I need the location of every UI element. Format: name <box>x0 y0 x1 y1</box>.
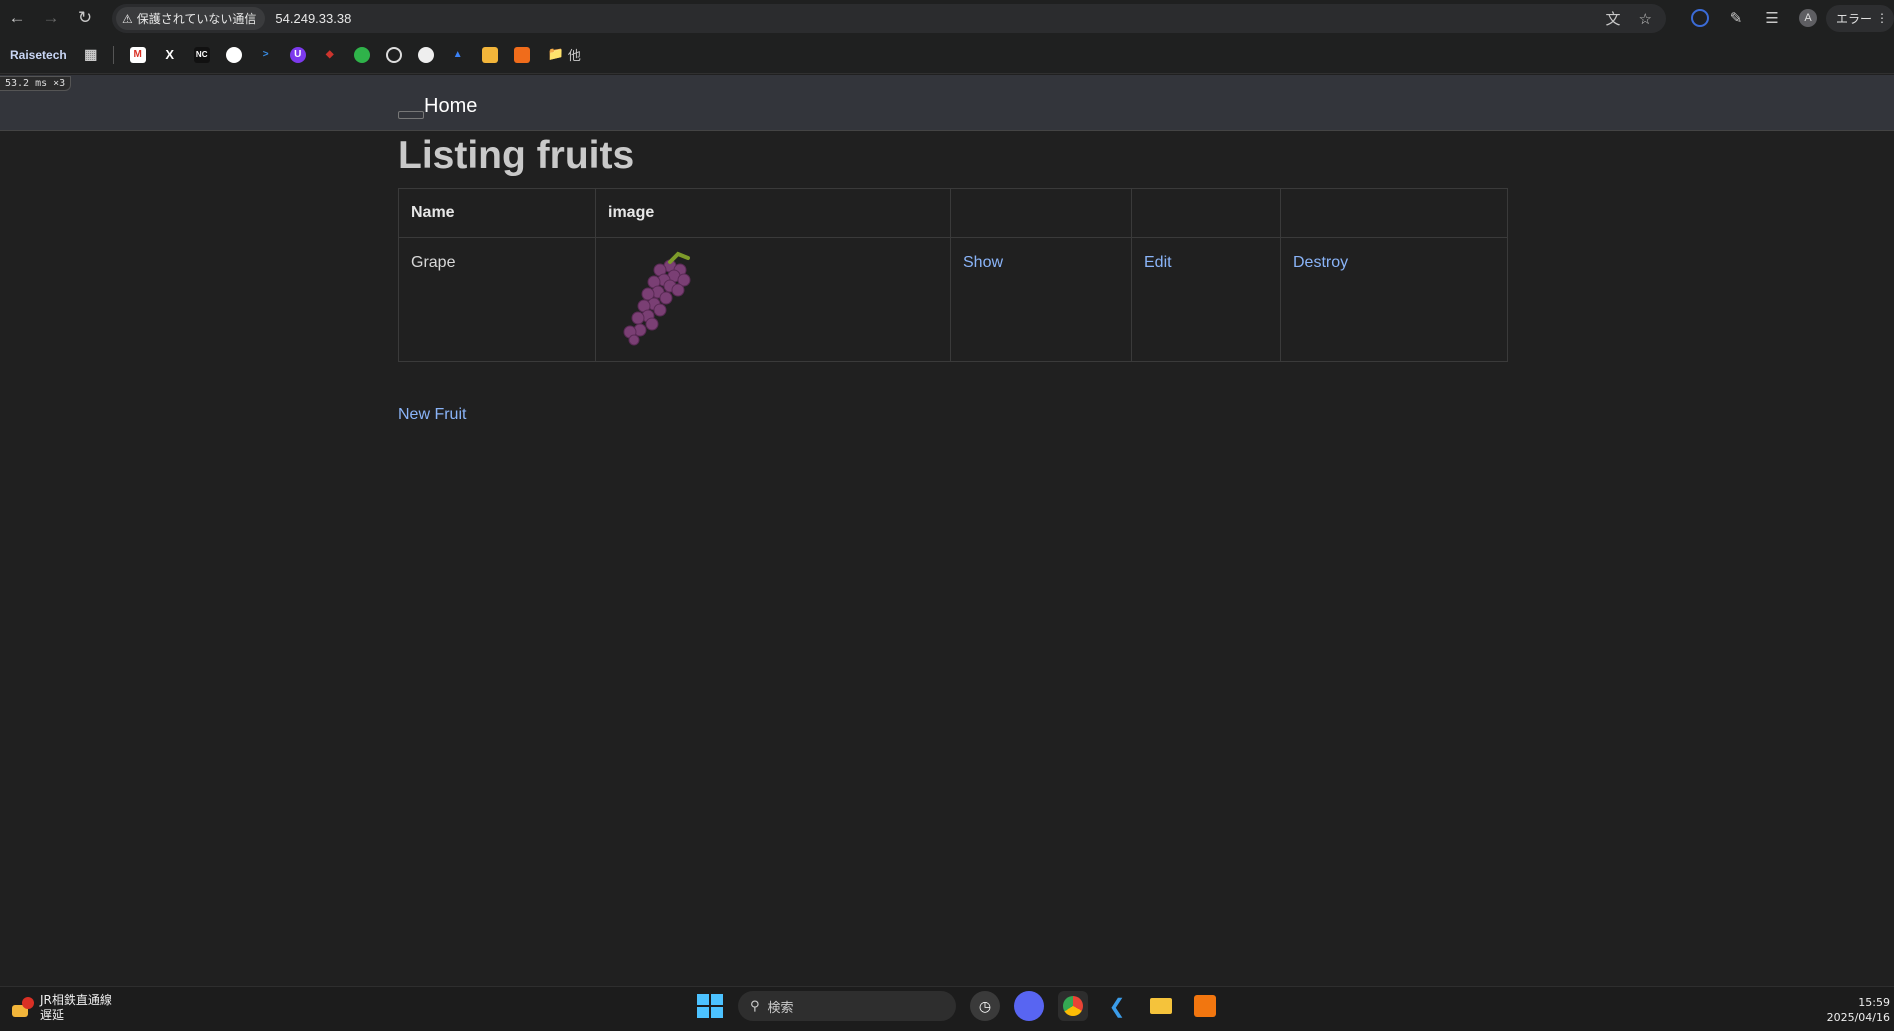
nc-icon[interactable]: NC <box>193 46 210 63</box>
cell-show: Show <box>950 237 1132 362</box>
search-placeholder: 検索 <box>767 1000 794 1016</box>
page-viewport: Home 53.2 ms ×3 Listing fruits Name imag… <box>0 74 1894 986</box>
fruits-table: Name image Grape Show Edit Destroy <box>398 188 1508 362</box>
news-widget[interactable]: JR相鉄直通線 遅延 <box>10 993 112 1023</box>
new-fruit-link[interactable]: New Fruit <box>398 406 466 424</box>
security-chip[interactable]: ⚠ 保護されていない通信 <box>116 7 266 30</box>
nav-toggle-button[interactable] <box>398 111 424 119</box>
shield-icon[interactable]: U <box>289 46 306 63</box>
table-row: Grape Show Edit Destroy <box>398 237 1508 362</box>
destroy-link[interactable]: Destroy <box>1293 254 1348 271</box>
forward-icon[interactable]: → <box>34 0 68 36</box>
browser-toolbar: ← → ↻ ⚠ 保護されていない通信 54.249.33.38 文 ☆ ✎ ☰ … <box>0 0 1894 36</box>
warning-icon: ⚠ <box>122 11 133 26</box>
folder-icon: 📁 <box>547 47 564 62</box>
cell-image <box>595 237 951 362</box>
clock-app-icon[interactable]: ◷ <box>970 991 1000 1021</box>
site-header: Home <box>0 75 1894 131</box>
profile-avatar[interactable]: A <box>1790 0 1826 36</box>
edit-link[interactable]: Edit <box>1144 254 1172 271</box>
bookmark-separator <box>112 45 114 64</box>
widget-title: JR相鉄直通線 <box>40 993 112 1007</box>
github-icon[interactable] <box>417 46 434 63</box>
system-clock[interactable]: 15:59 2025/04/16 <box>1827 995 1890 1025</box>
error-label: エラー <box>1835 11 1872 26</box>
url-text[interactable]: 54.249.33.38 <box>275 11 351 26</box>
green-app-icon[interactable] <box>353 46 370 63</box>
back-icon[interactable]: ← <box>0 0 34 36</box>
vscode-icon[interactable]: ❮ <box>1102 991 1132 1021</box>
error-chip[interactable]: エラー ⋮ <box>1825 4 1894 32</box>
cell-name: Grape <box>398 237 596 362</box>
header-destroy <box>1280 188 1508 238</box>
header-image: image <box>595 188 951 238</box>
show-link[interactable]: Show <box>963 254 1003 271</box>
gmail-icon[interactable]: M <box>129 46 146 63</box>
pacman-icon[interactable] <box>225 46 242 63</box>
nav-home-link[interactable]: Home <box>424 95 477 118</box>
media-queue-icon[interactable]: ☰ <box>1754 0 1790 36</box>
grape-image <box>623 251 691 346</box>
header-edit <box>1131 188 1281 238</box>
clock-time: 15:59 <box>1858 996 1890 1009</box>
start-button[interactable] <box>694 991 724 1021</box>
ruby-icon[interactable]: ◆ <box>322 47 338 63</box>
orange-app-icon[interactable] <box>1190 991 1220 1021</box>
page-title: Listing fruits <box>398 134 635 177</box>
bookmark-folder-other[interactable]: 📁 他 <box>548 45 581 64</box>
reload-icon[interactable]: ↻ <box>68 0 102 36</box>
taskbar-search[interactable]: ⚲ 検索 <box>738 991 956 1021</box>
address-bar[interactable]: ⚠ 保護されていない通信 54.249.33.38 文 ☆ <box>112 4 1666 33</box>
widget-status: 遅延 <box>40 1008 65 1022</box>
clock-date: 2025/04/16 <box>1826 1011 1890 1024</box>
extensions-puzzle-icon[interactable]: ✎ <box>1718 0 1754 36</box>
header-name: Name <box>398 188 596 238</box>
translate-icon[interactable]: 文 <box>1606 8 1621 29</box>
apps-icon[interactable]: ▦ <box>83 46 99 63</box>
taskbar: JR相鉄直通線 遅延 ⚲ 検索 ◷ ❮ 15:59 2025/04/16 <box>0 986 1894 1031</box>
cell-edit: Edit <box>1131 237 1281 362</box>
file-explorer-icon[interactable] <box>1146 991 1176 1021</box>
security-label: 保護されていない通信 <box>136 12 257 26</box>
blue-app-icon[interactable]: ▲ <box>450 47 466 63</box>
bookmark-raisetech[interactable]: Raisetech <box>10 48 67 62</box>
openai-icon[interactable] <box>385 46 402 63</box>
chrome-icon[interactable] <box>1058 991 1088 1021</box>
menu-kebab-icon[interactable]: ⋮ <box>1876 11 1888 25</box>
search-icon: ⚲ <box>750 998 760 1014</box>
notebook-icon[interactable] <box>481 46 498 63</box>
timing-badge[interactable]: 53.2 ms ×3 <box>0 76 72 91</box>
folder-label: 他 <box>567 49 581 64</box>
train-icon <box>10 997 34 1019</box>
discord-icon[interactable] <box>1014 991 1044 1021</box>
cube-icon[interactable] <box>513 46 530 63</box>
bookmark-star-icon[interactable]: ☆ <box>1639 10 1652 28</box>
x-icon[interactable]: X <box>162 47 178 63</box>
header-show <box>950 188 1132 238</box>
bookmarks-bar: Raisetech ▦ M X NC > U ◆ ▲ 📁 他 <box>0 36 1894 74</box>
cell-destroy: Destroy <box>1280 237 1508 362</box>
prompt-icon[interactable]: > <box>258 47 274 63</box>
table-header-row: Name image <box>398 188 1508 238</box>
extension-q-icon[interactable] <box>1682 0 1718 36</box>
